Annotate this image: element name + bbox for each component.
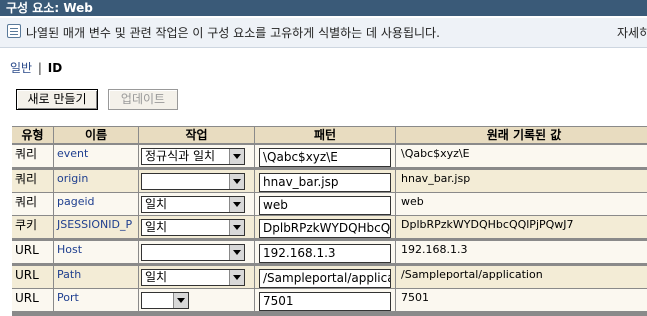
pattern-cell: \Qabc$xyz\E	[255, 145, 395, 167]
action-cell: 일치	[139, 216, 254, 238]
pattern-input[interactable]: /Sampleportal/applicatio	[259, 269, 391, 288]
pattern-cell: /Sampleportal/applicatio	[255, 266, 395, 288]
chevron-down-icon[interactable]	[229, 197, 244, 212]
action-select[interactable]	[141, 173, 245, 190]
action-select[interactable]: 일치	[141, 196, 245, 213]
col-pattern-header[interactable]: 패턴	[255, 127, 395, 143]
pattern-input[interactable]: 192.168.1.3	[259, 244, 391, 263]
action-cell	[139, 289, 254, 311]
more-info-link[interactable]: 자세히	[617, 24, 647, 41]
chevron-down-icon[interactable]	[229, 220, 244, 235]
pattern-input[interactable]: web	[259, 196, 391, 215]
tab-separator: |	[37, 61, 42, 75]
action-select[interactable]	[141, 244, 245, 261]
info-text: 나열된 매개 변수 및 관련 작업은 이 구성 요소를 고유하게 식별하는 데 …	[26, 26, 440, 40]
table-row: 쿼리 pageid 일치 web web	[12, 193, 647, 215]
name-cell: Port	[54, 289, 138, 311]
table-row: URLPath 일치/Sampleportal/applicatio/Sample…	[12, 266, 647, 288]
pattern-input[interactable]: \Qabc$xyz\E	[259, 148, 391, 167]
name-cell: pageid	[54, 193, 138, 215]
table-row: 쿼리 event 정규식과 일치 \Qabc$xyz\E \Qabc$xyz\E	[12, 145, 647, 167]
action-cell: 일치	[139, 193, 254, 215]
original-value-cell: 7501	[396, 289, 647, 311]
name-cell: JSESSIONID_P	[54, 216, 138, 238]
pattern-cell: hnav_bar.jsp	[255, 170, 395, 192]
name-cell: Host	[54, 241, 138, 263]
type-cell: 쿼리	[12, 193, 53, 215]
chevron-down-icon[interactable]	[173, 293, 188, 308]
update-button[interactable]: 업데이트	[108, 89, 178, 110]
chevron-down-icon[interactable]	[229, 270, 244, 285]
original-value-cell: /Sampleportal/application	[396, 266, 647, 288]
type-cell: 쿼리	[12, 170, 53, 192]
pattern-cell: web	[255, 193, 395, 215]
pattern-input[interactable]: 7501	[259, 292, 391, 311]
table-row: 쿠키 JSESSIONID_P 일치 DplbRPzkWYDQHbcQC DplbRPz…	[12, 216, 647, 238]
name-cell: origin	[54, 170, 138, 192]
action-cell: 일치	[139, 266, 254, 288]
type-cell: URL	[12, 289, 53, 311]
pattern-cell: 192.168.1.3	[255, 241, 395, 263]
pattern-input[interactable]: DplbRPzkWYDQHbcQC	[259, 219, 391, 238]
type-cell: URL	[12, 266, 53, 288]
original-value-cell: hnav_bar.jsp	[396, 170, 647, 192]
col-action-header[interactable]: 작업	[139, 127, 254, 143]
action-cell: 정규식과 일치	[139, 145, 254, 167]
window-title: 구성 요소: Web	[6, 1, 93, 15]
action-select-value: 일치	[145, 270, 168, 284]
action-select-value: 일치	[145, 197, 168, 211]
new-button[interactable]: 새로 만들기	[16, 89, 98, 110]
action-select[interactable]	[141, 292, 189, 309]
type-cell: URL	[12, 241, 53, 263]
id-parameters-table: 유형 이름 작업 패턴 원래 기록된 값 쿼리 event 정규식과 일치 \Qabc$xyz\…	[12, 126, 647, 316]
info-bar: 나열된 매개 변수 및 관련 작업은 이 구성 요소를 고유하게 식별하는 데 …	[0, 18, 647, 48]
pattern-cell: 7501	[255, 289, 395, 311]
tab-bar: 일반 | ID	[10, 59, 62, 76]
type-cell: 쿼리	[12, 145, 53, 167]
pattern-input[interactable]: hnav_bar.jsp	[259, 173, 391, 192]
original-value-cell: \Qabc$xyz\E	[396, 145, 647, 167]
chevron-down-icon[interactable]	[229, 149, 244, 164]
table-row: URL Host 192.168.1.3 192.168.1.3	[12, 241, 647, 263]
table-header-row: 유형 이름 작업 패턴 원래 기록된 값	[12, 127, 647, 143]
pattern-cell: DplbRPzkWYDQHbcQC	[255, 216, 395, 238]
chevron-down-icon[interactable]	[229, 245, 244, 260]
original-value-cell: web	[396, 193, 647, 215]
action-select-value: 일치	[145, 220, 168, 234]
col-name-header[interactable]: 이름	[54, 127, 138, 143]
col-original-header[interactable]: 원래 기록된 값	[396, 127, 647, 143]
action-cell	[139, 241, 254, 263]
original-value-cell: DplbRPzkWYDQHbcQQlPjPQwJ7	[396, 216, 647, 238]
original-value-cell: 192.168.1.3	[396, 241, 647, 263]
col-type-header[interactable]: 유형	[12, 127, 53, 143]
action-select[interactable]: 일치	[141, 269, 245, 286]
tab-general[interactable]: 일반	[10, 61, 32, 75]
type-cell: 쿠키	[12, 216, 53, 238]
table-row: 쿼리 origin hnav_bar.jsp hnav_bar.jsp	[12, 170, 647, 192]
action-select-value: 정규식과 일치	[145, 149, 216, 163]
tab-id[interactable]: ID	[48, 61, 62, 75]
window-title-bar: 구성 요소: Web	[0, 0, 647, 16]
name-cell: event	[54, 145, 138, 167]
name-cell: Path	[54, 266, 138, 288]
note-icon	[7, 24, 21, 38]
action-cell	[139, 170, 254, 192]
chevron-down-icon[interactable]	[229, 174, 244, 189]
action-select[interactable]: 정규식과 일치	[141, 148, 245, 165]
action-select[interactable]: 일치	[141, 219, 245, 236]
table-row: URL Port 7501 7501	[12, 289, 647, 311]
